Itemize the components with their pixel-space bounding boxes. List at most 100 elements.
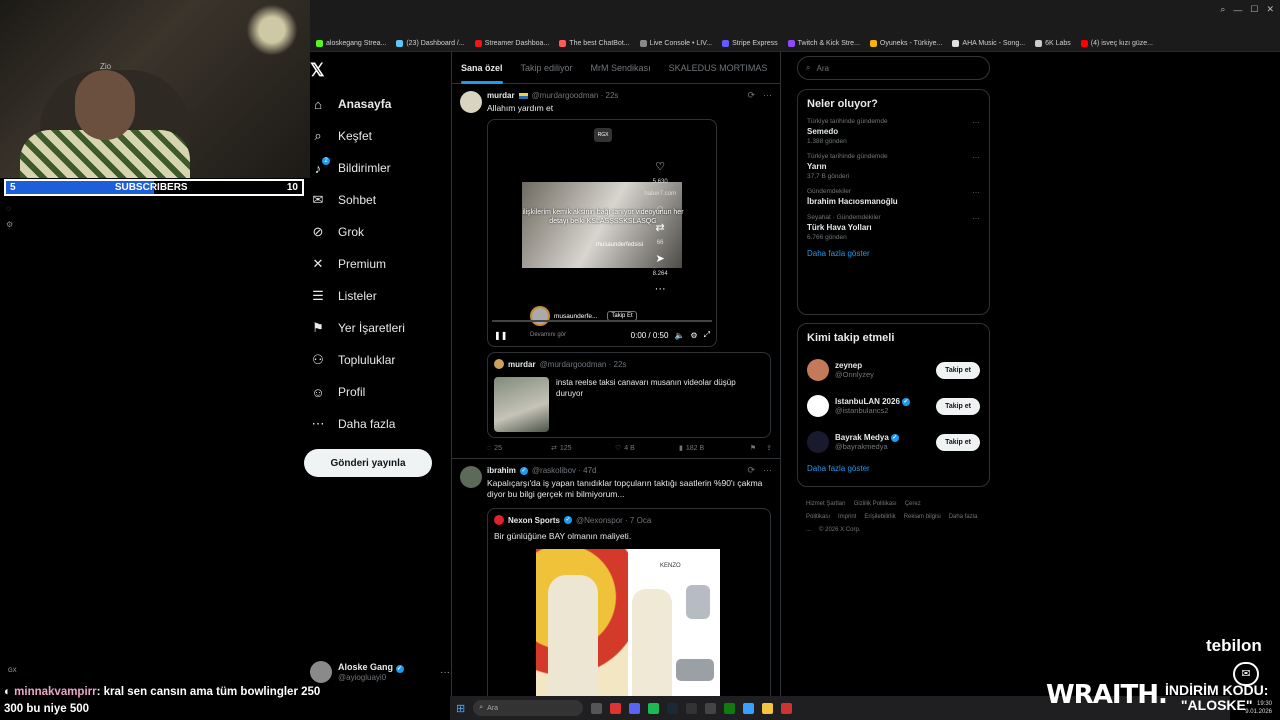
trend-item[interactable]: Türkiye tarihinde gündemde Semedo 1.388 gö… bbox=[807, 118, 980, 145]
footer-link[interactable]: © 2026 X Corp. bbox=[819, 527, 860, 533]
sidebar-item-profil[interactable]: ☺ Profil bbox=[310, 376, 450, 408]
sidebar-item-topluluklar[interactable]: ⚇ Topluluklar bbox=[310, 344, 450, 376]
tab-0[interactable]: Sana özel bbox=[461, 52, 503, 84]
follow-button[interactable]: Takip et bbox=[936, 361, 980, 379]
video-player[interactable]: RGX ilişkilerim kemik aksinin bağı tanıy… bbox=[487, 119, 717, 347]
minimize-icon[interactable]: — bbox=[1233, 5, 1242, 15]
trend-item[interactable]: Türkiye tarihinde gündemde Yarın 37,7 B gö… bbox=[807, 153, 980, 180]
epic-icon[interactable] bbox=[686, 702, 698, 714]
settings-icon[interactable]: ⚙ bbox=[6, 220, 13, 229]
more-icon[interactable]: ··· bbox=[972, 214, 980, 223]
close-icon[interactable]: ✕ bbox=[1266, 4, 1274, 15]
post-button[interactable]: Gönderi yayınla bbox=[304, 449, 432, 477]
settings-icon[interactable]: ⚙ bbox=[690, 331, 697, 340]
heart-icon[interactable]: ♡ bbox=[655, 160, 665, 173]
like-button[interactable]: ♡ 4 B bbox=[615, 444, 679, 453]
repost-icon[interactable]: ⇄ bbox=[656, 221, 665, 234]
footer-link[interactable]: Imprint bbox=[838, 514, 856, 520]
sidebar-item-bildirimler[interactable]: ♪ 2 Bildirimler bbox=[310, 152, 450, 184]
bookmark-item[interactable]: AHA Music - Song... bbox=[952, 40, 1025, 47]
footer-link[interactable]: Reklam bilgisi bbox=[904, 514, 941, 520]
who-to-follow-item[interactable]: IstanbuLAN 2026 ✓ @istanbulancs2 Takip et bbox=[807, 388, 980, 424]
more-icon[interactable]: ··· bbox=[763, 90, 772, 101]
bookmark-item[interactable]: Twitch & Kick Stre... bbox=[787, 40, 860, 47]
tweet-author[interactable]: ibrahim bbox=[487, 466, 516, 475]
share-icon[interactable]: ⇪ bbox=[766, 444, 772, 452]
sidebar-item-grok[interactable]: ⊘ Grok bbox=[310, 216, 450, 248]
fullscreen-icon[interactable]: ⤢ bbox=[704, 330, 710, 340]
more-icon[interactable]: ··· bbox=[655, 283, 666, 295]
tweet[interactable]: ibrahim ✓ @raskolibov · 47d ⟳ ··· Kapalıç… bbox=[452, 459, 780, 702]
more-icon[interactable]: ··· bbox=[972, 188, 980, 197]
reply-button[interactable]: ◌ 25 bbox=[487, 444, 551, 452]
bookmark-item[interactable]: The best ChatBot... bbox=[559, 40, 630, 47]
comment-icon[interactable]: ◌ bbox=[657, 203, 664, 215]
sidebar-item-sohbet[interactable]: ✉ Sohbet bbox=[310, 184, 450, 216]
views-button[interactable]: ▮ 182 B bbox=[679, 444, 743, 453]
sidebar-item-keşfet[interactable]: ⌕ Keşfet bbox=[310, 120, 450, 152]
tab-1[interactable]: Takip ediliyor bbox=[521, 52, 573, 84]
sidebar-item-yer-i̇şaretleri[interactable]: ⚑ Yer İşaretleri bbox=[310, 312, 450, 344]
sidebar-item-premium[interactable]: ✕ Premium bbox=[310, 248, 450, 280]
windows-start-icon[interactable]: ⊞ bbox=[456, 702, 465, 715]
sidebar-item-anasayfa[interactable]: ⌂ Anasayfa bbox=[310, 88, 450, 120]
quoted-image[interactable]: KENZO bbox=[536, 549, 720, 702]
sidebar-item-listeler[interactable]: ☰ Listeler bbox=[310, 280, 450, 312]
tweet-author[interactable]: murdar bbox=[487, 91, 515, 100]
bookmark-item[interactable]: 6K Labs bbox=[1035, 40, 1071, 47]
who-show-more[interactable]: Daha fazla göster bbox=[807, 464, 980, 473]
trends-show-more[interactable]: Daha fazla göster bbox=[807, 249, 980, 258]
bookmark-icon[interactable]: ⚑ bbox=[750, 444, 756, 452]
volume-icon[interactable]: 🔈 bbox=[674, 331, 684, 340]
more-icon[interactable]: ··· bbox=[763, 465, 772, 476]
taskbar-search[interactable]: ⌕ Ara bbox=[473, 700, 584, 716]
app-icon[interactable] bbox=[781, 702, 793, 714]
more-icon[interactable]: ··· bbox=[440, 667, 450, 678]
x-logo-icon[interactable]: 𝕏 bbox=[310, 60, 325, 81]
spotify-icon[interactable] bbox=[648, 702, 660, 714]
grok-icon[interactable]: ⟳ bbox=[747, 465, 755, 476]
bookmark-item[interactable]: Oyuneks - Türkiye... bbox=[869, 40, 942, 47]
more-icon[interactable]: ··· bbox=[972, 153, 980, 162]
grok-icon[interactable]: ⟳ bbox=[747, 90, 755, 101]
trend-item[interactable]: Seyahat · Gündemdekiler Türk Hava Yolları… bbox=[807, 214, 980, 241]
sidebar-item-daha-fazla[interactable]: ⋯ Daha fazla bbox=[310, 408, 450, 440]
who-to-follow-item[interactable]: zeynep @Onnlyzey Takip et bbox=[807, 352, 980, 388]
tab-3[interactable]: SKALEDUS MORTIMAS bbox=[669, 52, 768, 84]
chat-bubble-icon[interactable]: ◌ bbox=[6, 204, 13, 213]
search-icon[interactable]: ⌕ bbox=[1220, 4, 1225, 15]
send-icon[interactable]: ➤ bbox=[656, 252, 665, 265]
footer-link[interactable]: Gizlilik Politikası bbox=[854, 501, 897, 507]
bookmark-item[interactable]: Live Console • LIV... bbox=[639, 40, 712, 47]
more-icon[interactable]: ··· bbox=[972, 118, 980, 127]
steam-icon[interactable] bbox=[667, 702, 679, 714]
repost-button[interactable]: ⇄ 125 bbox=[551, 444, 615, 453]
follow-button[interactable]: Takip et bbox=[936, 397, 980, 415]
video-progress-bar[interactable] bbox=[492, 320, 712, 322]
tweet[interactable]: murdar @murdargoodman · 22s ⟳ ··· Allahım… bbox=[452, 84, 780, 459]
account-switcher[interactable]: Aloske Gang ✓ @ayiogluayi0 ··· bbox=[310, 659, 450, 685]
search-input[interactable]: ⌕ Ara bbox=[797, 56, 990, 80]
tab-2[interactable]: MrM Sendikası bbox=[591, 52, 651, 84]
bookmark-item[interactable]: Stripe Express bbox=[722, 40, 778, 47]
bookmark-item[interactable]: (4) isveç kızı güze... bbox=[1080, 40, 1153, 47]
quoted-tweet[interactable]: Nexon Sports ✓ @Nexonspor · 7 Oca Bir gü… bbox=[487, 508, 771, 702]
pause-icon[interactable]: ❚❚ bbox=[494, 331, 507, 340]
footer-link[interactable]: Erişilebilirlik bbox=[864, 514, 895, 520]
trend-item[interactable]: Gündemdekiler İbrahim Hacıosmanoğlu ··· bbox=[807, 188, 980, 206]
who-to-follow-item[interactable]: Bayrak Medya ✓ @bayrakmedya Takip et bbox=[807, 424, 980, 460]
xbox-icon[interactable] bbox=[724, 702, 736, 714]
quoted-tweet[interactable]: murdar @murdargoodman · 22s insta reelse… bbox=[487, 352, 771, 438]
opera-icon[interactable] bbox=[610, 702, 622, 714]
bookmark-item[interactable]: aloskegang Strea... bbox=[316, 40, 386, 47]
bookmark-item[interactable]: (23) Dashboard /... bbox=[396, 40, 465, 47]
obs-icon[interactable] bbox=[705, 702, 717, 714]
taskview-icon[interactable] bbox=[591, 702, 603, 714]
maximize-icon[interactable]: ☐ bbox=[1250, 4, 1258, 15]
edge-icon[interactable] bbox=[743, 702, 755, 714]
discord-icon[interactable] bbox=[629, 702, 641, 714]
bookmark-item[interactable]: Streamer Dashboa... bbox=[474, 40, 549, 47]
follow-button[interactable]: Takip et bbox=[936, 433, 980, 451]
footer-link[interactable]: Hizmet Şartları bbox=[806, 501, 846, 507]
folder-icon[interactable] bbox=[762, 702, 774, 714]
